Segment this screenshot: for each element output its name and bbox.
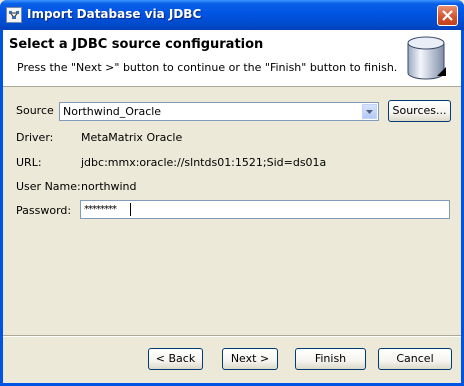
driver-value: MetaMatrix Oracle [81, 131, 183, 144]
source-label: Source [16, 104, 54, 117]
dialog-client: Select a JDBC source configuration Press… [3, 30, 461, 383]
user-name-value: northwind [81, 180, 137, 193]
cancel-button[interactable]: Cancel [378, 348, 452, 370]
window-title: Import Database via JDBC [27, 7, 202, 21]
page-title: Select a JDBC source configuration [9, 37, 264, 52]
sources-button[interactable]: Sources... [388, 100, 451, 122]
button-separator [3, 335, 461, 337]
finish-button[interactable]: Finish [295, 348, 366, 370]
next-button[interactable]: Next > [222, 348, 278, 370]
back-button[interactable]: < Back [148, 348, 203, 370]
url-value: jdbc:mmx:oracle://slntds01:1521;Sid=ds01… [81, 156, 327, 169]
text-caret [130, 203, 131, 216]
password-value: ******** [84, 204, 117, 215]
page-description: Press the "Next >" button to continue or… [17, 61, 398, 74]
url-label: URL: [16, 156, 42, 169]
wizard-header: Select a JDBC source configuration Press… [3, 30, 461, 87]
dialog-window: Import Database via JDBC Select a JDBC s… [0, 0, 464, 386]
source-select[interactable]: Northwind_Oracle [59, 102, 379, 121]
password-label: Password: [16, 204, 72, 217]
chevron-down-icon [366, 110, 373, 114]
close-button[interactable] [437, 5, 458, 26]
database-icon [407, 36, 446, 80]
app-icon [6, 7, 22, 23]
password-field[interactable]: ******** [80, 200, 450, 219]
source-dropdown-button[interactable] [362, 104, 377, 119]
user-name-label: User Name: [16, 180, 81, 193]
close-icon [442, 10, 453, 21]
source-select-value: Northwind_Oracle [63, 105, 162, 118]
title-bar[interactable]: Import Database via JDBC [0, 0, 464, 30]
driver-label: Driver: [16, 131, 54, 144]
